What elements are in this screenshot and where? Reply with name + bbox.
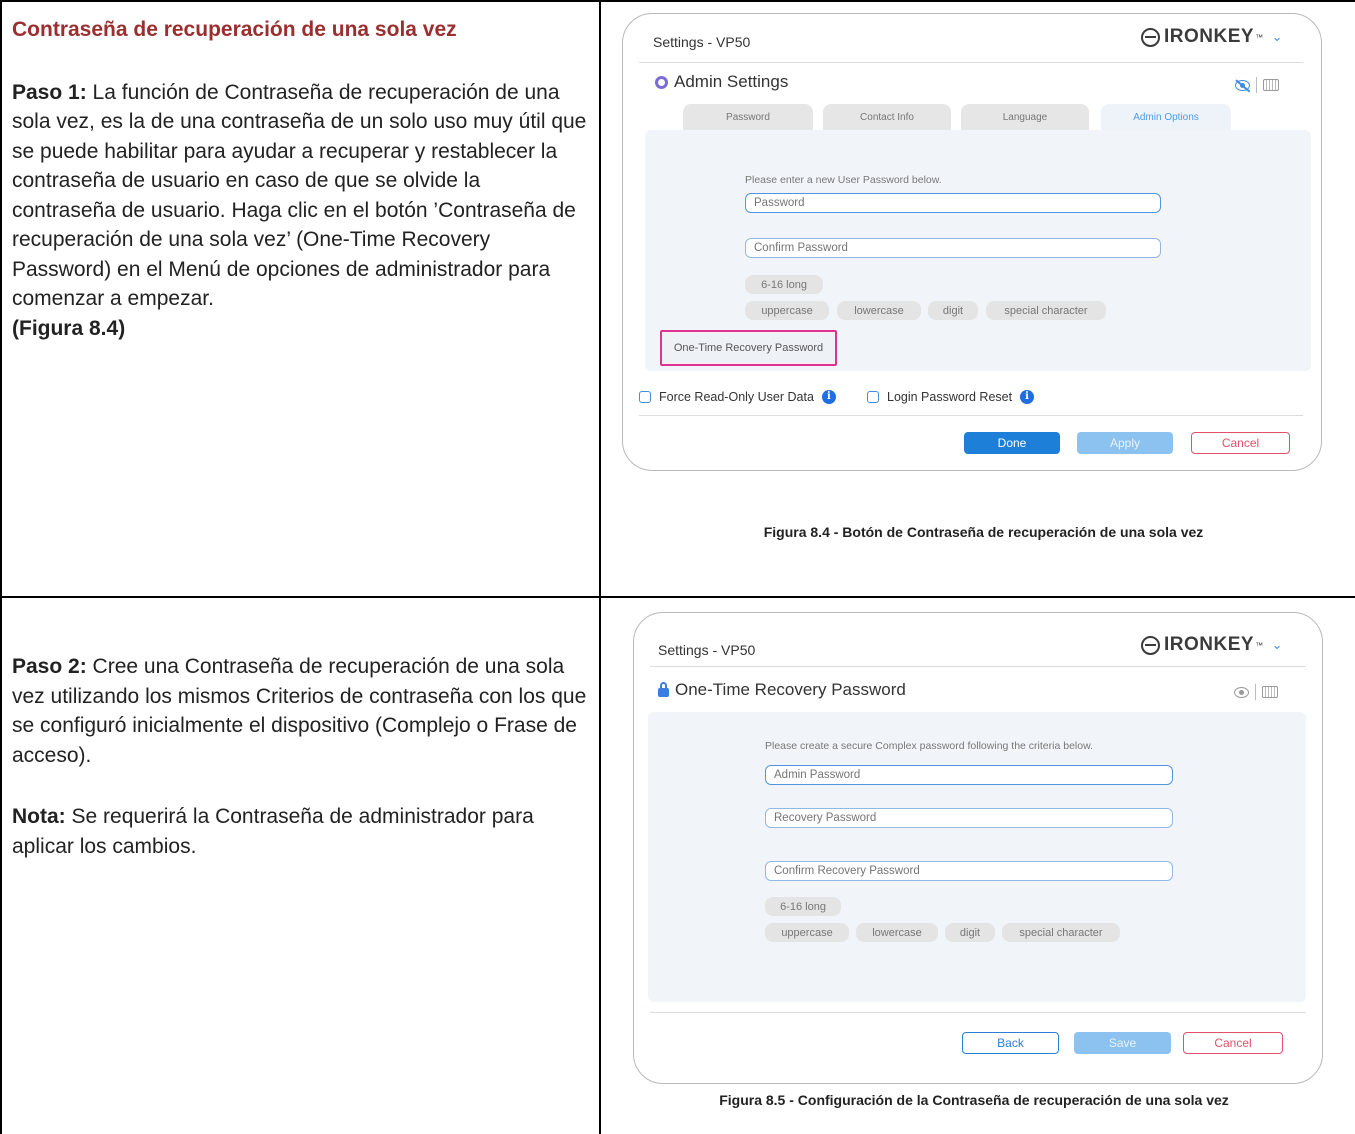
recovery-heading: One-Time Recovery Password [658, 680, 906, 700]
step1-label: Paso 1: [12, 80, 87, 104]
admin-settings-window: Settings - VP50 IRONKEY ™ ⌄ Admin Setting… [622, 13, 1322, 471]
note-label: Nota: [12, 805, 66, 828]
force-read-only-checkbox[interactable] [639, 391, 651, 403]
criteria-lowercase-chip: lowercase [837, 301, 921, 320]
criteria-special-chip: special character [1002, 923, 1120, 942]
admin-password-input[interactable] [765, 765, 1173, 785]
chevron-down-icon[interactable]: ⌄ [1272, 29, 1283, 45]
criteria-lowercase-chip: lowercase [856, 923, 938, 942]
criteria-digit-chip: digit [928, 301, 978, 320]
apply-button[interactable]: Apply [1077, 432, 1173, 454]
force-read-only-row[interactable]: Force Read-Only User Data i [639, 390, 836, 404]
confirm-password-input[interactable] [745, 238, 1161, 258]
note-paragraph: Nota: Se requerirá la Contraseña de admi… [12, 802, 587, 861]
ironkey-logo-icon [1141, 27, 1160, 47]
figure-8-5-caption: Figura 8.5 - Configuración de la Contras… [719, 1092, 1229, 1108]
recovery-password-input[interactable] [765, 808, 1173, 828]
window-title: Settings - VP50 [653, 34, 751, 50]
step2-label: Paso 2: [12, 655, 87, 678]
tab-bar: Password Contact Info Language Admin Opt… [683, 104, 1243, 130]
tab-contact-info[interactable]: Contact Info [823, 104, 951, 130]
keyboard-icon[interactable] [1263, 79, 1279, 91]
toolbar-icons [1234, 684, 1278, 700]
criteria-uppercase-chip: uppercase [765, 923, 849, 942]
table-border-top [0, 0, 1355, 2]
footer-separator [639, 415, 1303, 416]
toolbar-icons [1235, 77, 1279, 93]
done-button[interactable]: Done [964, 432, 1060, 454]
keyboard-icon[interactable] [1262, 686, 1278, 698]
ironkey-logo: IRONKEY ™ ⌄ [1141, 634, 1283, 656]
one-time-recovery-password-button[interactable]: One-Time Recovery Password [660, 330, 837, 366]
gear-icon [655, 75, 668, 89]
section-title: Contraseña de recuperación de una sola v… [12, 18, 457, 41]
criteria-digit-chip: digit [945, 923, 995, 942]
row1-text-cell: Contraseña de recuperación de una sola v… [12, 15, 587, 343]
step2-paragraph: Paso 2: Cree una Contraseña de recuperac… [12, 652, 587, 770]
info-icon[interactable]: i [821, 390, 836, 404]
brand-name: IRONKEY [1164, 634, 1255, 655]
table-column-divider [599, 0, 601, 1134]
title-separator [650, 666, 1306, 667]
ironkey-logo: IRONKEY ™ ⌄ [1141, 26, 1283, 48]
criteria-length-chip: 6-16 long [745, 275, 823, 294]
eye-icon[interactable] [1234, 686, 1249, 698]
chevron-down-icon[interactable]: ⌄ [1272, 637, 1283, 653]
login-password-reset-row[interactable]: Login Password Reset i [867, 390, 1035, 404]
step2-text: Cree una Contraseña de recuperación de u… [12, 655, 587, 767]
cancel-button[interactable]: Cancel [1183, 1032, 1283, 1054]
password-hint: Please enter a new User Password below. [745, 174, 942, 186]
save-button[interactable]: Save [1074, 1032, 1171, 1054]
row2-text-cell: Paso 2: Cree una Contraseña de recuperac… [12, 652, 587, 861]
table-row-divider [0, 596, 1355, 598]
figure-8-4-caption: Figura 8.4 - Botón de Contraseña de recu… [763, 524, 1204, 540]
admin-settings-heading: Admin Settings [655, 72, 788, 92]
tab-password[interactable]: Password [683, 104, 813, 130]
criteria-length-chip: 6-16 long [765, 897, 841, 916]
tab-language[interactable]: Language [961, 104, 1089, 130]
criteria-special-chip: special character [986, 301, 1106, 320]
step1-paragraph: Paso 1: La función de Contraseña de recu… [12, 78, 587, 344]
confirm-recovery-password-input[interactable] [765, 861, 1173, 881]
login-password-reset-checkbox[interactable] [867, 391, 879, 403]
table-border-left [0, 0, 2, 1134]
criteria-uppercase-chip: uppercase [745, 301, 829, 320]
cancel-button[interactable]: Cancel [1191, 432, 1290, 454]
ironkey-logo-icon [1141, 635, 1160, 655]
recovery-form-panel [648, 712, 1306, 1002]
lock-icon [658, 682, 669, 697]
brand-name: IRONKEY [1164, 26, 1255, 47]
eye-off-icon[interactable] [1235, 79, 1250, 91]
window-title: Settings - VP50 [658, 642, 756, 658]
password-input[interactable] [745, 193, 1161, 213]
title-separator [639, 62, 1303, 63]
info-icon[interactable]: i [1020, 390, 1035, 404]
note-text: Se requerirá la Contraseña de administra… [12, 805, 534, 858]
figure-reference: (Figura 8.4) [12, 316, 126, 340]
recovery-password-window: Settings - VP50 IRONKEY ™ ⌄ One-Time Reco… [633, 612, 1323, 1084]
step1-text: La función de Contraseña de recuperación… [12, 80, 587, 311]
footer-separator [650, 1012, 1306, 1013]
tab-admin-options[interactable]: Admin Options [1101, 104, 1231, 130]
recovery-hint: Please create a secure Complex password … [765, 740, 1093, 752]
back-button[interactable]: Back [962, 1032, 1059, 1054]
